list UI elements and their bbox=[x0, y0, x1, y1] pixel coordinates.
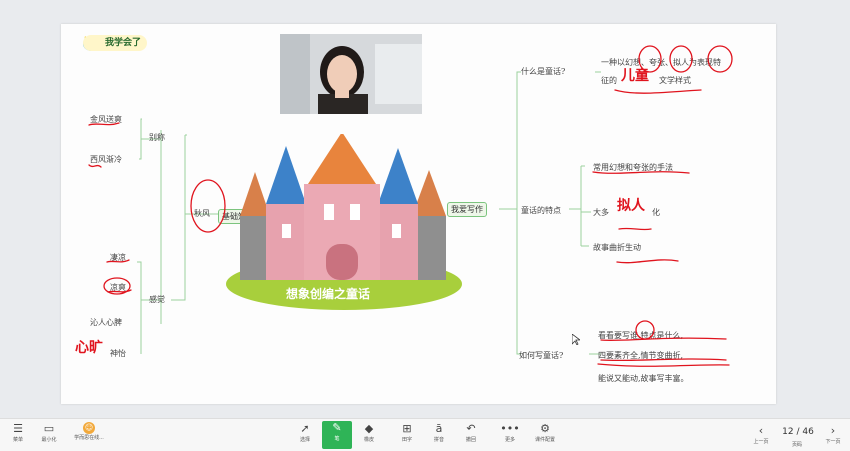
avatar-icon: ☺ bbox=[83, 422, 95, 434]
chevron-right-icon: › bbox=[830, 424, 836, 437]
undo-icon: ↶ bbox=[466, 422, 476, 435]
courseware-button[interactable]: ⚙ 课件配置 bbox=[530, 422, 560, 443]
teacher-avatar-button[interactable]: ☺ 学而思在线... bbox=[66, 422, 112, 441]
mouse-cursor-icon bbox=[571, 330, 582, 349]
cursor-icon: ➚ bbox=[300, 422, 310, 435]
eraser-icon: ◆ bbox=[364, 422, 374, 435]
page-number-label: 页码 bbox=[791, 442, 802, 448]
prev-page-button[interactable]: ‹ 上一页 bbox=[748, 424, 774, 445]
minimize-icon: ▭ bbox=[43, 422, 55, 435]
grid-tool-button[interactable]: ⊞ 田字 bbox=[394, 422, 420, 443]
menu-icon: ☰ bbox=[13, 422, 23, 435]
pen-tool-button[interactable]: ✎ 笔 bbox=[322, 421, 352, 449]
next-page-button[interactable]: › 下一页 bbox=[820, 424, 846, 445]
bottom-toolbar: ☰ 菜单 ▭ 最小化 ☺ 学而思在线... ➚ 选择 ✎ 笔 ◆ 橡皮 ⊞ 田字… bbox=[0, 418, 850, 451]
courseware-icon: ⚙ bbox=[540, 422, 550, 435]
more-button[interactable]: ••• 更多 bbox=[497, 422, 523, 443]
page-navigator: ‹ 上一页 12 / 46 页码 › 下一页 bbox=[748, 421, 848, 449]
chevron-left-icon: ‹ bbox=[758, 424, 764, 437]
slide-canvas: 我学会了 金风送爽 西风渐冷 别称 秋风 基础知识 凄凉 凉爽 感觉 沁人心脾 … bbox=[61, 24, 776, 404]
pen-icon: ✎ bbox=[332, 421, 342, 434]
eraser-tool-button[interactable]: ◆ 橡皮 bbox=[356, 422, 382, 443]
minimize-button[interactable]: ▭ 最小化 bbox=[36, 422, 62, 443]
select-tool-button[interactable]: ➚ 选择 bbox=[292, 422, 318, 443]
grid-icon: ⊞ bbox=[402, 422, 412, 435]
undo-button[interactable]: ↶ 撤回 bbox=[458, 422, 484, 443]
more-icon: ••• bbox=[500, 422, 520, 435]
handwriting-annotations bbox=[88, 45, 733, 367]
page-number[interactable]: 12 / 46 bbox=[778, 427, 818, 437]
pinyin-icon: ā bbox=[435, 422, 443, 435]
menu-button[interactable]: ☰ 菜单 bbox=[5, 422, 31, 443]
pinyin-tool-button[interactable]: ā 拼音 bbox=[426, 422, 452, 443]
